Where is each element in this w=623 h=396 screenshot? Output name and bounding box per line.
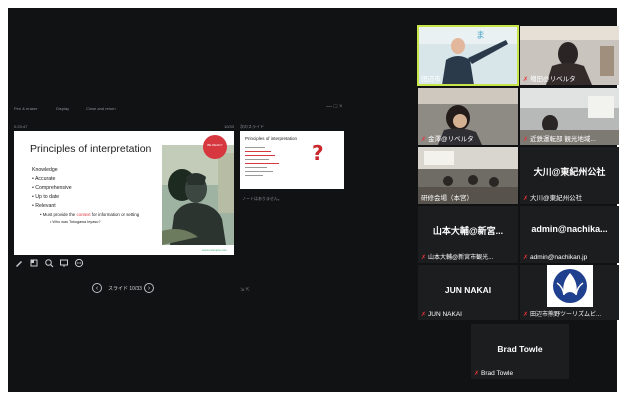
org-logo-icon	[547, 265, 593, 307]
question-mark-icon: ?	[312, 141, 324, 165]
next-slide-button[interactable]: ›	[144, 283, 154, 293]
more-icon[interactable]	[74, 258, 84, 268]
toolbar-close-button[interactable]: Close and return	[86, 106, 116, 111]
preview-line	[245, 159, 269, 161]
participant-name: ✗ 金澤@リベルタ	[421, 136, 474, 143]
mic-muted-icon: ✗	[523, 77, 529, 83]
current-slide: Principles of interpretation Knowledge •…	[14, 131, 234, 255]
presenter-toolbar: Pen & eraser Display Close and return	[14, 106, 344, 118]
expand-icon[interactable]: ⇲ ⇱	[240, 287, 250, 293]
mic-muted-icon: ✗	[523, 255, 529, 261]
participant-name: ✗ admin@nachikan.jp	[523, 254, 588, 261]
participant-tile[interactable]: ✗ 田辺市熊野ツーリズムビ...	[520, 265, 619, 320]
slide-pager: ‹ スライド 10/33 ›	[92, 282, 160, 296]
participant-tile[interactable]: Brad Towle ✗ Brad Towle	[471, 324, 569, 379]
participant-tile[interactable]: admin@nachika... ✗ admin@nachikan.jp	[520, 206, 619, 263]
participant-name: 田辺市	[421, 76, 441, 83]
participant-display-name: admin@nachika...	[531, 224, 608, 234]
participant-tile[interactable]: ✗ 増田@リベルタ	[520, 26, 619, 85]
participant-tile[interactable]: 研修会場（本宮）	[418, 147, 518, 204]
participant-name: ✗ 田辺市熊野ツーリズムビ...	[523, 312, 602, 318]
slide-bullet: • Accurate	[32, 176, 56, 182]
participant-name: ✗ 近鉄運転部 観光地域...	[523, 136, 596, 143]
slide-counter-top: 10/33	[223, 124, 234, 129]
slide-tools	[14, 258, 94, 270]
presentation-timer: 0:23:47	[14, 124, 28, 129]
participant-name: ✗ 山本大輔@新宮市観光...	[421, 255, 494, 261]
slide-sub-sub-bullet: • Who was Tokugawa Ieyasu?	[50, 220, 101, 224]
slide-number: スライド 10/33	[108, 286, 142, 292]
preview-line	[245, 163, 279, 165]
mic-muted-icon: ✗	[523, 312, 529, 318]
mic-muted-icon: ✗	[421, 137, 427, 143]
statue-image	[162, 145, 234, 245]
next-slide-title: Principles of interpretation	[245, 136, 298, 141]
preview-line	[245, 155, 275, 157]
participant-name: ✗ Brad Towle	[474, 370, 514, 377]
mic-muted-icon: ✗	[474, 371, 480, 377]
toolbar-display-button[interactable]: Display	[56, 106, 69, 111]
preview-line	[245, 171, 273, 173]
be-ready-badge: BE READY	[203, 135, 227, 159]
preview-line	[245, 167, 267, 169]
slide-bullet: Knowledge	[32, 167, 58, 173]
mic-muted-icon: ✗	[421, 255, 427, 261]
participant-display-name: 大川@東紀州公社	[533, 167, 606, 177]
slide-bullet: • Up to date	[32, 194, 60, 200]
speaker-notes: ノートはありません。	[242, 196, 282, 201]
mic-muted-icon: ✗	[523, 137, 529, 143]
slide-bullet: • Relevant	[32, 203, 56, 209]
screen-icon[interactable]	[59, 258, 69, 268]
pointer-icon[interactable]	[29, 258, 39, 268]
context-highlight: context	[76, 212, 91, 217]
svg-text:ま: ま	[476, 30, 485, 41]
participant-tile[interactable]: ま 田辺市	[417, 25, 519, 86]
participant-name: ✗ 大川@東紀州公社	[523, 195, 583, 202]
next-slide-header: 次のスライド	[240, 124, 264, 129]
preview-line	[245, 175, 263, 177]
participant-name: 研修会場（本宮）	[421, 195, 473, 202]
participant-tile[interactable]: 山本大輔@新宮... ✗ 山本大輔@新宮市観光...	[418, 206, 518, 263]
slide-title: Principles of interpretation	[30, 143, 152, 155]
participant-tile[interactable]: ✗ 近鉄運転部 観光地域...	[520, 88, 619, 145]
window-controls[interactable]: — □ ×	[326, 104, 342, 110]
participant-display-name: Brad Towle	[497, 344, 543, 354]
next-slide-panel: 次のスライド Principles of interpretation ? ノー…	[238, 124, 346, 284]
participant-name: ✗ JUN NAKAI	[421, 311, 462, 318]
participant-tile[interactable]: 大川@東紀州公社 ✗ 大川@東紀州公社	[520, 147, 619, 204]
participant-name: ✗ 増田@リベルタ	[523, 76, 576, 83]
preview-line	[245, 151, 271, 153]
prev-slide-button[interactable]: ‹	[92, 283, 102, 293]
preview-line	[245, 147, 265, 149]
toolbar-pen-button[interactable]: Pen & eraser	[14, 106, 37, 111]
zoom-icon[interactable]	[44, 258, 54, 268]
mic-muted-icon: ✗	[421, 312, 427, 318]
participant-tile[interactable]: JUN NAKAI ✗ JUN NAKAI	[418, 265, 518, 320]
slide-bullet: • Comprehensive	[32, 185, 72, 191]
participant-display-name: 山本大輔@新宮...	[432, 226, 504, 236]
slide-footer-link: www.example.com	[202, 248, 228, 252]
participant-tile[interactable]: ✗ 金澤@リベルタ	[418, 88, 518, 145]
slide-sub-bullet: • Must provide the context for informati…	[40, 212, 140, 217]
participant-display-name: JUN NAKAI	[444, 285, 492, 295]
mic-muted-icon: ✗	[523, 196, 529, 202]
pen-icon[interactable]	[14, 258, 24, 268]
next-slide-preview[interactable]: Principles of interpretation ?	[240, 131, 344, 189]
